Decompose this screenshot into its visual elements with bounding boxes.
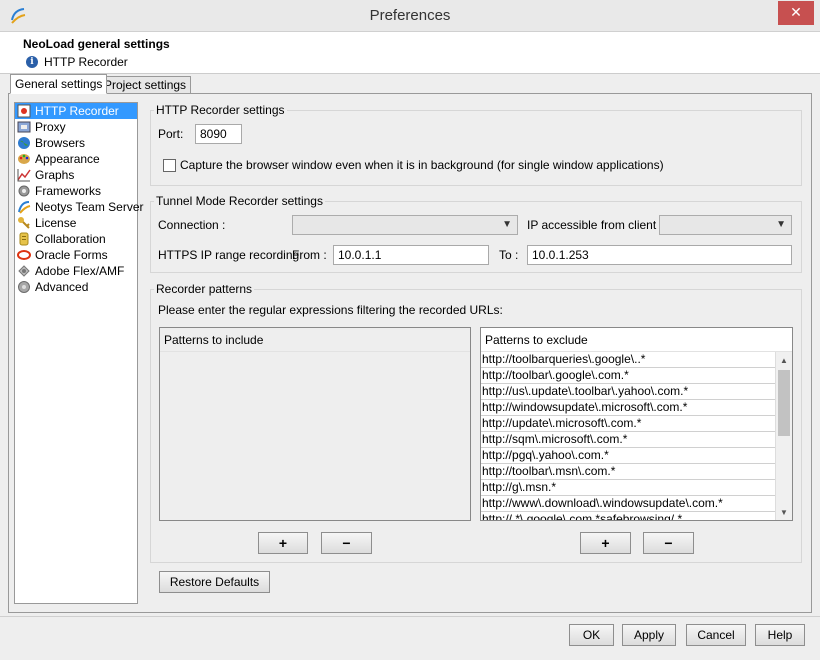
sidebar-item-adobe-flex-amf[interactable]: Adobe Flex/AMF	[15, 263, 137, 279]
recorder-icon	[17, 104, 31, 118]
chevron-down-icon: ▼	[776, 219, 786, 230]
ip-accessible-label: IP accessible from client :	[527, 218, 663, 232]
capture-background-label: Capture the browser window even when it …	[180, 158, 664, 172]
patterns-instruction: Please enter the regular expressions fil…	[158, 303, 503, 317]
header-title: NeoLoad general settings	[23, 37, 170, 51]
sidebar-item-label: HTTP Recorder	[35, 104, 119, 118]
footer-divider	[0, 616, 820, 617]
sidebar-item-proxy[interactable]: Proxy	[15, 119, 137, 135]
help-button[interactable]: Help	[755, 624, 805, 646]
exclude-patterns-header: Patterns to exclude	[481, 328, 792, 352]
list-item[interactable]: http://g\.msn.*	[481, 480, 775, 496]
include-patterns-list[interactable]: Patterns to include	[159, 327, 471, 521]
port-label: Port:	[158, 127, 184, 141]
header-subtitle-text: HTTP Recorder	[44, 55, 128, 69]
scroll-thumb[interactable]	[778, 370, 790, 436]
dialog-header: NeoLoad general settings i HTTP Recorder	[0, 32, 820, 74]
to-ip-input[interactable]: 10.0.1.253	[527, 245, 792, 265]
sidebar-item-oracle-forms[interactable]: Oracle Forms	[15, 247, 137, 263]
cancel-button[interactable]: Cancel	[686, 624, 746, 646]
list-item[interactable]: http://us\.update\.toolbar\.yahoo\.com.*	[481, 384, 775, 400]
ip-accessible-select[interactable]: ▼	[659, 215, 792, 235]
sidebar-item-label: Oracle Forms	[35, 248, 108, 262]
sidebar-item-label: Appearance	[35, 152, 100, 166]
tab-general-settings[interactable]: General settings	[10, 74, 108, 94]
list-item[interactable]: http://sqm\.microsoft\.com.*	[481, 432, 775, 448]
sidebar-item-graphs[interactable]: Graphs	[15, 167, 137, 183]
ok-button[interactable]: OK	[569, 624, 614, 646]
sidebar-item-http-recorder[interactable]: HTTP Recorder	[15, 103, 137, 119]
globe-icon	[18, 137, 30, 149]
exclude-patterns-list[interactable]: Patterns to exclude http://toolbarquerie…	[480, 327, 793, 521]
http-recorder-settings-title: HTTP Recorder settings	[154, 103, 287, 117]
sidebar-item-license[interactable]: License	[15, 215, 137, 231]
restore-defaults-button[interactable]: Restore Defaults	[159, 571, 270, 593]
port-input[interactable]: 8090	[195, 124, 242, 144]
sidebar-item-label: Neotys Team Server	[35, 200, 144, 214]
exclude-patterns-rows: http://toolbarqueries\.google\..* http:/…	[481, 352, 775, 520]
remove-exclude-pattern-button[interactable]: −	[643, 532, 694, 554]
gear-icon	[18, 185, 30, 197]
sidebar-item-label: Adobe Flex/AMF	[35, 264, 125, 278]
tunnel-mode-settings-title: Tunnel Mode Recorder settings	[154, 194, 325, 208]
info-icon: i	[26, 56, 38, 68]
capture-background-checkbox[interactable]	[163, 159, 176, 172]
sidebar-item-collaboration[interactable]: Collaboration	[15, 231, 137, 247]
key-icon	[18, 217, 30, 229]
add-exclude-pattern-button[interactable]: +	[580, 532, 631, 554]
https-range-label: HTTPS IP range recording	[158, 248, 300, 262]
list-item[interactable]: http://toolbarqueries\.google\..*	[481, 352, 775, 368]
add-include-pattern-button[interactable]: +	[258, 532, 308, 554]
proxy-icon	[17, 121, 31, 133]
flex-icon	[18, 265, 30, 277]
list-item[interactable]: http://.*\.google\.com.*safebrowsing/.*	[481, 512, 775, 520]
list-item[interactable]: http://toolbar\.msn\.com.*	[481, 464, 775, 480]
include-patterns-header: Patterns to include	[160, 328, 470, 352]
from-ip-input[interactable]: 10.0.1.1	[333, 245, 489, 265]
sidebar-item-label: Browsers	[35, 136, 86, 150]
settings-category-list: HTTP Recorder Proxy Browsers Appearance …	[14, 102, 144, 604]
connection-label: Connection :	[158, 218, 226, 232]
graph-icon	[17, 169, 31, 182]
list-item[interactable]: http://windowsupdate\.microsoft\.com.*	[481, 400, 775, 416]
advanced-gear-icon	[18, 281, 30, 293]
sidebar-item-label: Frameworks	[35, 184, 102, 198]
list-item[interactable]: http://toolbar\.google\.com.*	[481, 368, 775, 384]
http-recorder-settings-group	[150, 110, 802, 186]
from-label: From :	[292, 248, 327, 262]
tab-project-settings[interactable]: Project settings	[99, 76, 192, 94]
list-item[interactable]: http://www\.download\.windowsupdate\.com…	[481, 496, 775, 512]
exclude-list-scrollbar[interactable]: ▲ ▼	[775, 352, 792, 520]
neotys-icon	[18, 201, 31, 214]
chevron-down-icon: ▼	[502, 219, 512, 230]
sidebar-item-neotys-team-server[interactable]: Neotys Team Server	[15, 199, 144, 215]
list-item[interactable]: http://pgq\.yahoo\.com.*	[481, 448, 775, 464]
scroll-up-icon[interactable]: ▲	[776, 354, 792, 368]
window-title: Preferences	[369, 7, 451, 24]
scroll-down-icon[interactable]: ▼	[776, 506, 792, 520]
remove-include-pattern-button[interactable]: −	[321, 532, 372, 554]
header-subtitle: i HTTP Recorder	[26, 55, 128, 69]
close-button[interactable]: ✕	[778, 1, 814, 25]
to-label: To :	[499, 248, 519, 262]
sidebar-item-appearance[interactable]: Appearance	[15, 151, 137, 167]
oracle-icon	[17, 250, 31, 260]
list-item[interactable]: http://update\.microsoft\.com.*	[481, 416, 775, 432]
sidebar-item-browsers[interactable]: Browsers	[15, 135, 137, 151]
sidebar-item-label: Graphs	[35, 168, 75, 182]
connection-select[interactable]: ▼	[292, 215, 518, 235]
sidebar-item-label: Proxy	[35, 120, 66, 134]
sidebar-item-advanced[interactable]: Advanced	[15, 279, 137, 295]
sidebar-item-frameworks[interactable]: Frameworks	[15, 183, 137, 199]
collaboration-icon	[19, 232, 29, 246]
title-bar: Preferences ✕	[0, 0, 820, 32]
sidebar-item-label: License	[35, 216, 77, 230]
recorder-patterns-title: Recorder patterns	[154, 282, 255, 296]
sidebar-item-label: Collaboration	[35, 232, 106, 246]
sidebar-item-label: Advanced	[35, 280, 89, 294]
palette-icon	[18, 154, 30, 164]
apply-button[interactable]: Apply	[622, 624, 676, 646]
